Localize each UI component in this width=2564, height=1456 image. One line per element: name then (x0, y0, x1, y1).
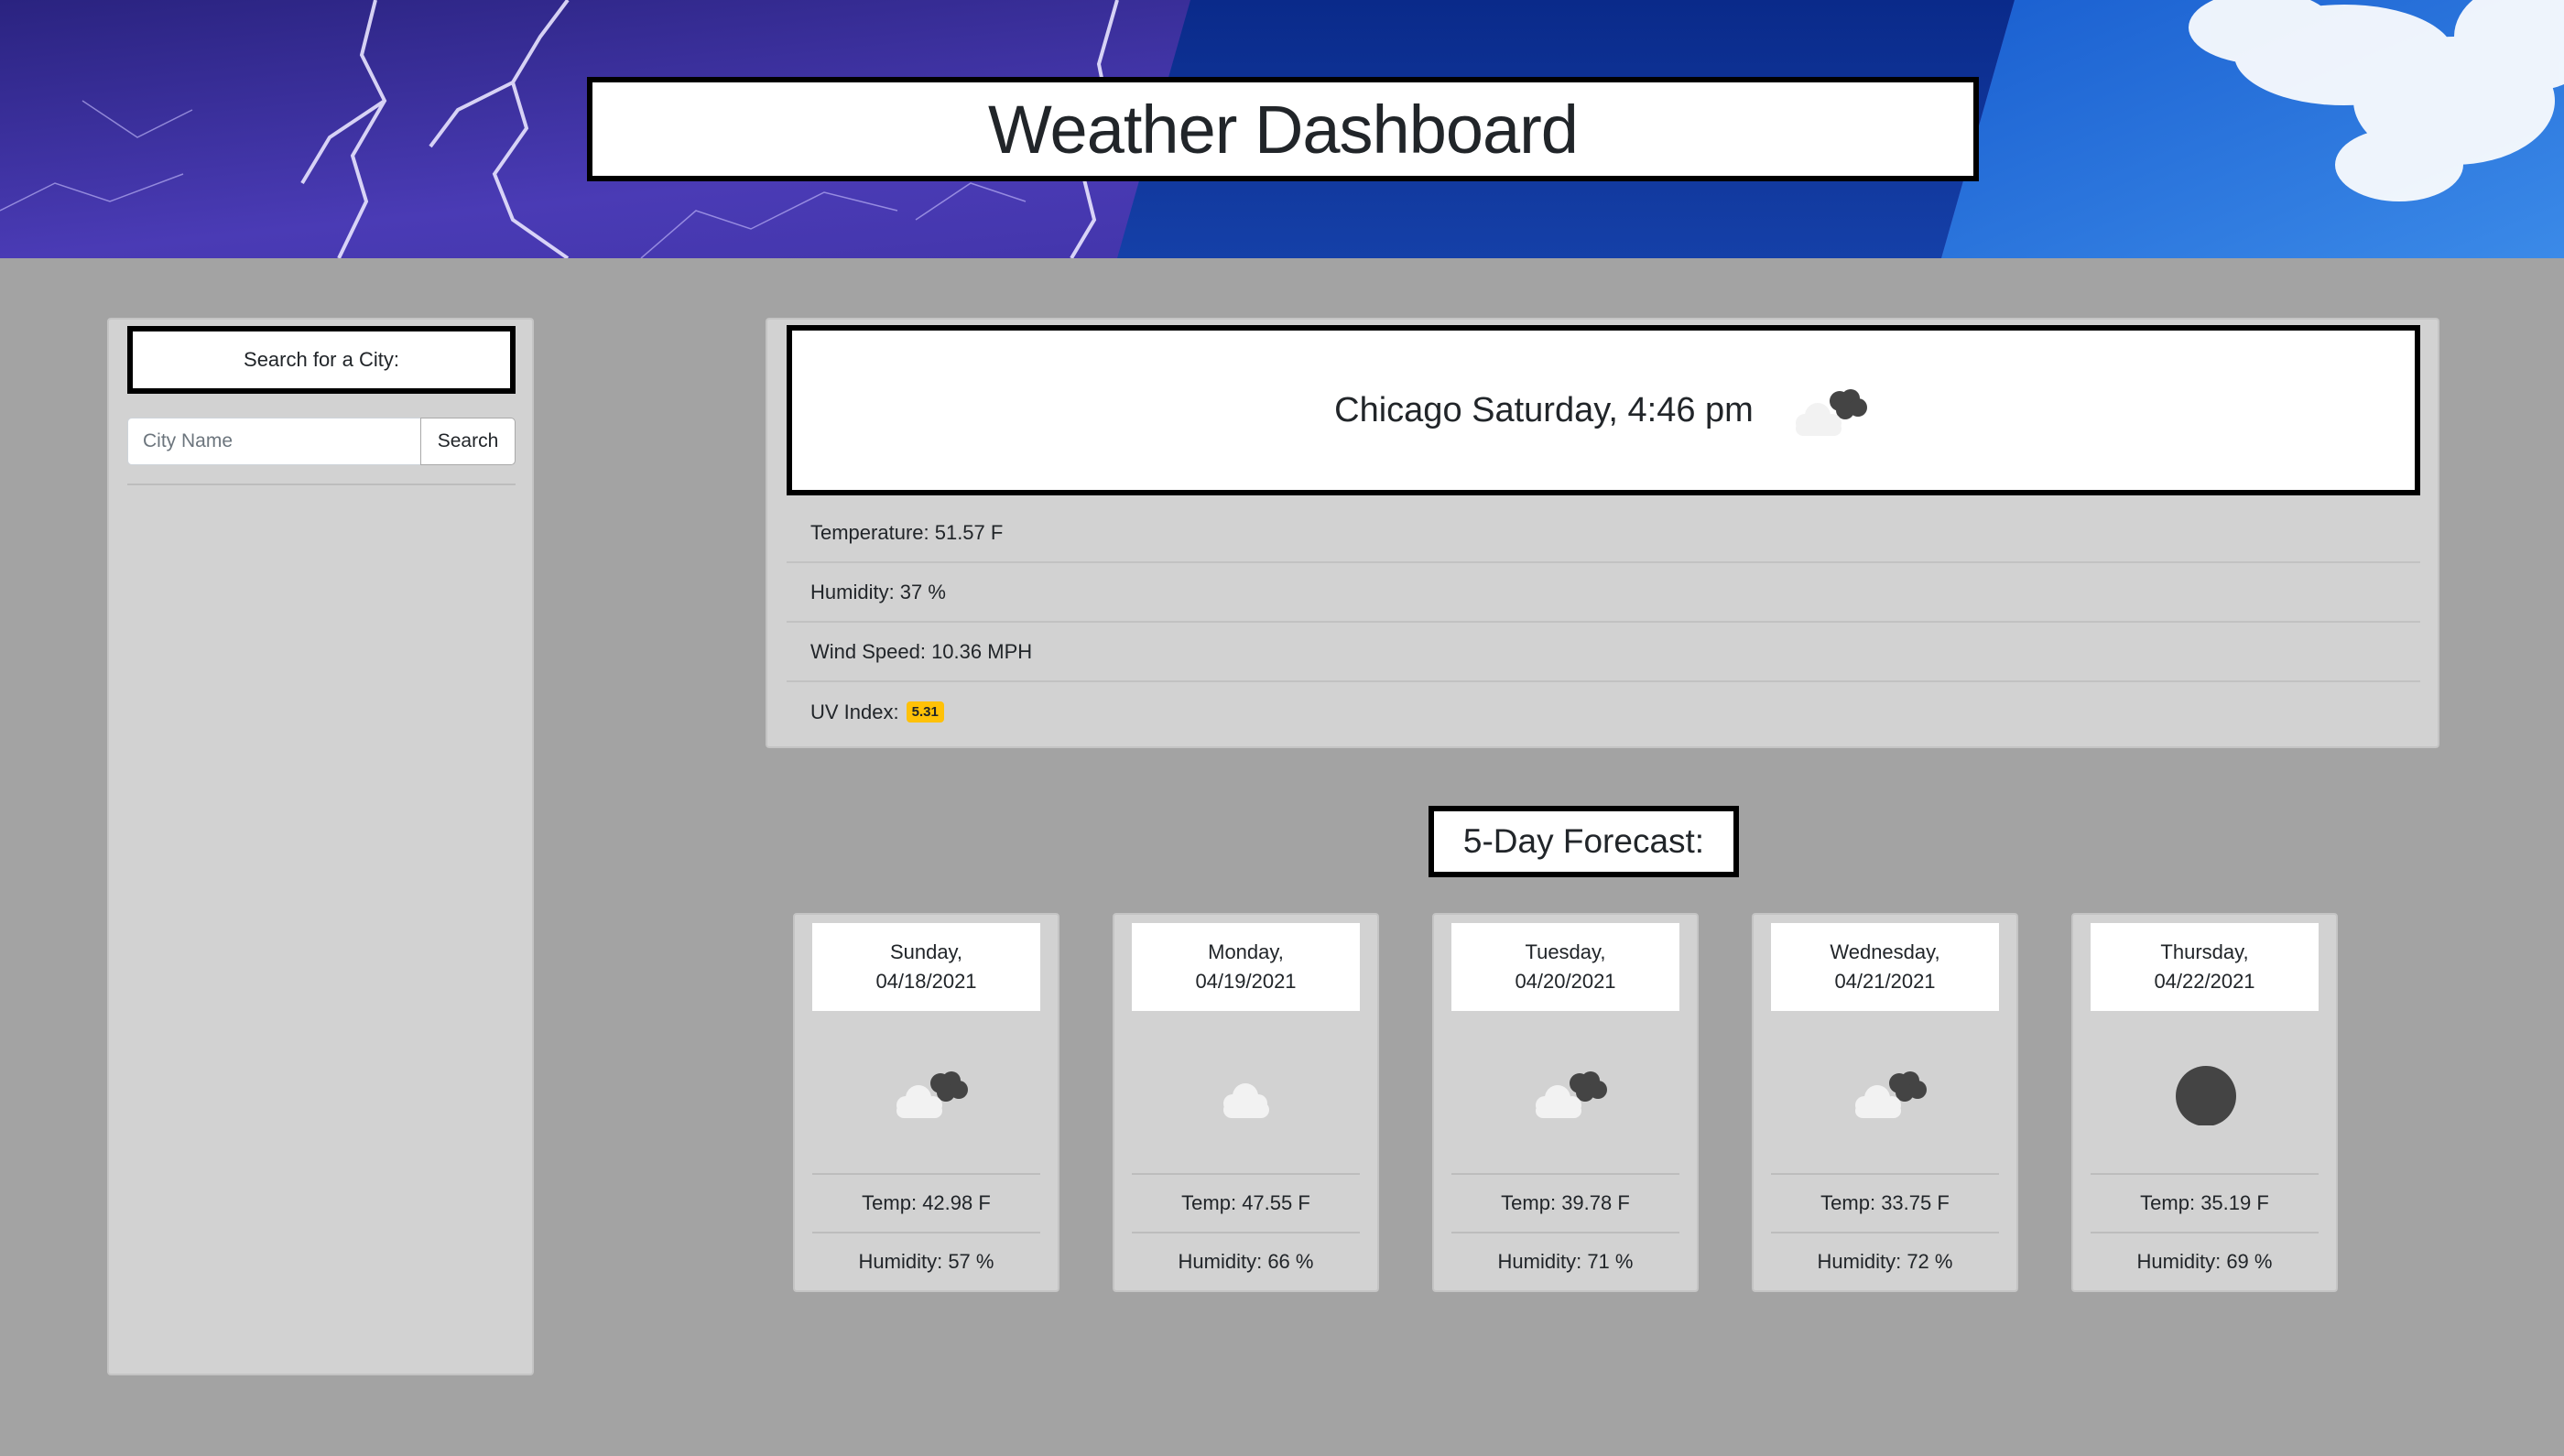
search-panel: Search for a City: Search (107, 318, 534, 1375)
forecast-date: Monday, 04/19/2021 (1132, 923, 1360, 1011)
forecast-card: Tuesday, 04/20/2021 Temp: 39.78 F Humidi… (1432, 913, 1699, 1292)
search-heading: Search for a City: (127, 326, 516, 394)
temperature-row: Temperature: 51.57 F (787, 504, 2420, 563)
forecast-temp: Temp: 42.98 F (812, 1173, 1040, 1232)
forecast-date-value: 04/21/2021 (1834, 970, 1936, 993)
page-title: Weather Dashboard (988, 91, 1579, 168)
forecast-date-value: 04/19/2021 (1195, 970, 1297, 993)
broken-clouds-icon (1795, 389, 1867, 436)
current-stats: Temperature: 51.57 F Humidity: 37 % Wind… (787, 504, 2420, 742)
broken-clouds-icon (1536, 1071, 1607, 1118)
uv-index-badge: 5.31 (906, 701, 944, 723)
forecast-day: Wednesday, (1830, 940, 1940, 963)
forecast-date-value: 04/18/2021 (875, 970, 977, 993)
forecast-temp: Temp: 35.19 F (2091, 1173, 2319, 1232)
current-weather-header: Chicago Saturday, 4:46 pm (787, 325, 2420, 495)
forecast-date: Wednesday, 04/21/2021 (1771, 923, 1999, 1011)
forecast-date-value: 04/22/2021 (2154, 970, 2255, 993)
search-button[interactable]: Search (420, 418, 516, 465)
forecast-card: Monday, 04/19/2021 Temp: 47.55 F Humidit… (1113, 913, 1379, 1292)
cloud-icon (1223, 1083, 1269, 1118)
forecast-card: Wednesday, 04/21/2021 Temp: 33.75 F Humi… (1752, 913, 2018, 1292)
forecast-date: Thursday, 04/22/2021 (2091, 923, 2319, 1011)
current-city-date: Chicago Saturday, 4:46 pm (1334, 390, 1754, 429)
forecast-day: Tuesday, (1525, 940, 1606, 963)
forecast-temp: Temp: 47.55 F (1132, 1173, 1360, 1232)
forecast-card: Thursday, 04/22/2021 Temp: 35.19 F Humid… (2071, 913, 2338, 1292)
header-banner: Weather Dashboard (0, 0, 2564, 258)
dark-circle-icon (2176, 1066, 2236, 1125)
forecast-day: Sunday, (889, 940, 963, 963)
forecast-card: Sunday, 04/18/2021 Temp: 42.98 F Humidit… (793, 913, 1059, 1292)
forecast-humidity: Humidity: 71 % (1451, 1232, 1679, 1290)
forecast-temp: Temp: 33.75 F (1771, 1173, 1999, 1232)
uv-index-row: UV Index: 5.31 (787, 682, 2420, 742)
forecast-heading: 5-Day Forecast: (1429, 806, 1739, 877)
forecast-day: Thursday, (2160, 940, 2249, 963)
forecast-date: Sunday, 04/18/2021 (812, 923, 1040, 1011)
page-title-box: Weather Dashboard (587, 77, 1979, 181)
forecast-humidity: Humidity: 57 % (812, 1232, 1040, 1290)
current-weather-card: Chicago Saturday, 4:46 pm Temperature: 5… (766, 318, 2439, 748)
forecast-date-value: 04/20/2021 (1515, 970, 1616, 993)
forecast-humidity: Humidity: 66 % (1132, 1232, 1360, 1290)
forecast-humidity: Humidity: 69 % (2091, 1232, 2319, 1290)
city-name-input[interactable] (127, 418, 420, 465)
forecast-day: Monday, (1208, 940, 1284, 963)
forecast-humidity: Humidity: 72 % (1771, 1232, 1999, 1290)
forecast-temp: Temp: 39.78 F (1451, 1173, 1679, 1232)
humidity-row: Humidity: 37 % (787, 563, 2420, 623)
broken-clouds-icon (1855, 1071, 1927, 1118)
search-form: Search (127, 418, 516, 465)
wind-speed-row: Wind Speed: 10.36 MPH (787, 623, 2420, 682)
search-history-divider (127, 484, 516, 485)
broken-clouds-icon (896, 1071, 968, 1118)
forecast-date: Tuesday, 04/20/2021 (1451, 923, 1679, 1011)
uv-index-label: UV Index: (810, 700, 899, 723)
